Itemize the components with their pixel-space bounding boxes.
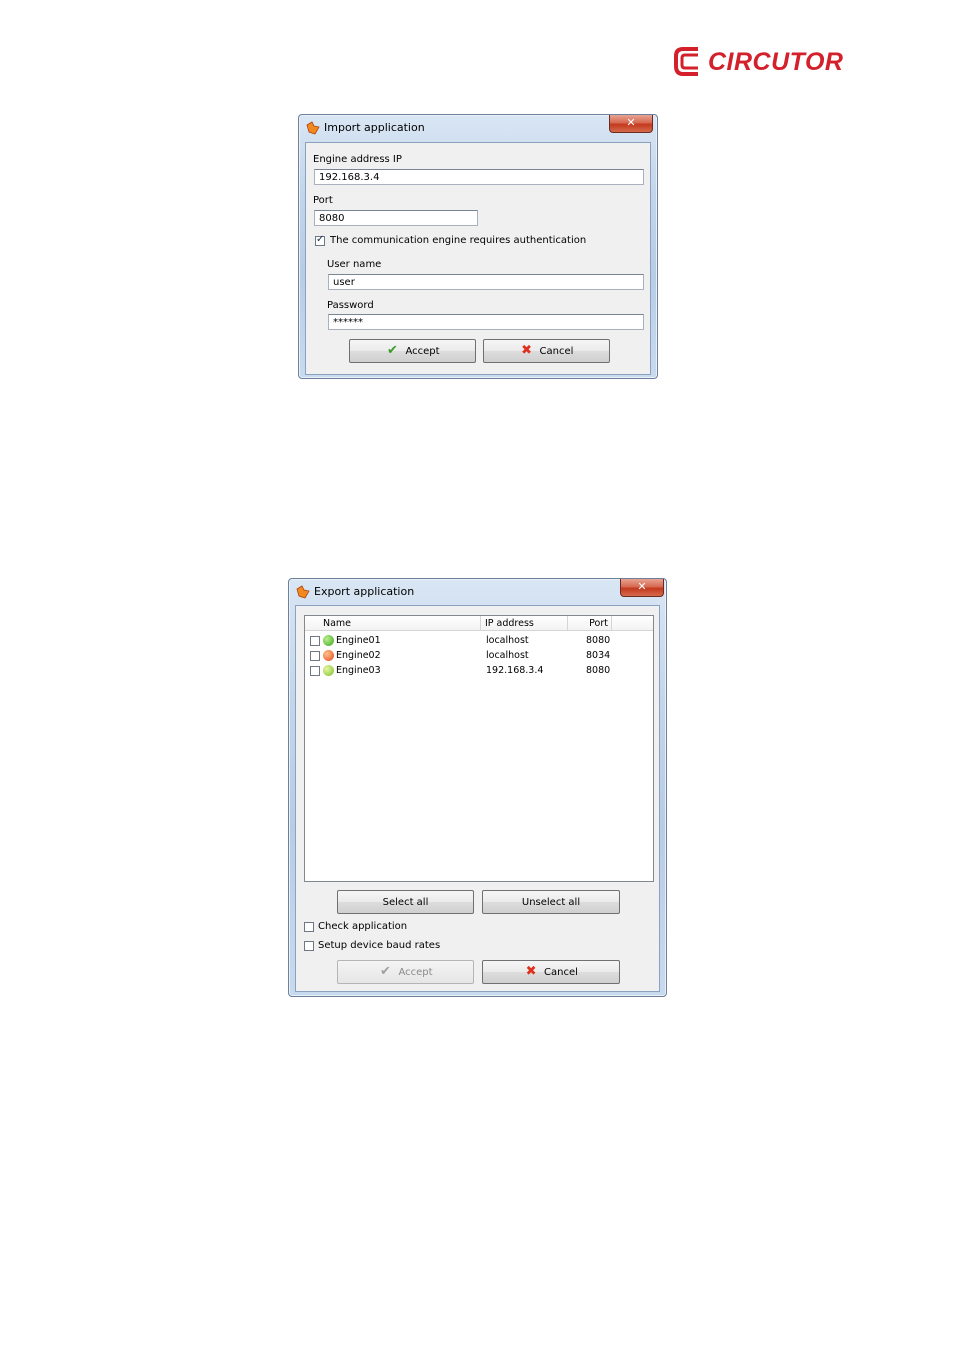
export-titlebar: Export application ✕ — [289, 579, 666, 603]
import-application-dialog: Import application ✕ Engine address IP 1… — [298, 114, 658, 379]
column-port[interactable]: Port — [568, 616, 612, 630]
column-port-label: Port — [589, 618, 608, 629]
port-label: Port — [313, 195, 333, 206]
status-running-icon — [323, 635, 334, 646]
export-accept-button[interactable]: ✔ Accept — [337, 960, 474, 984]
row-ip: 192.168.3.4 — [486, 665, 544, 676]
brand-name: CIRCUTOR — [708, 48, 844, 76]
row-port: 8080 — [586, 635, 611, 646]
status-pending-icon — [323, 665, 334, 676]
export-close-button[interactable]: ✕ — [620, 579, 664, 597]
auth-checkbox-label: The communication engine requires authen… — [330, 235, 587, 246]
row-port: 8080 — [586, 665, 611, 676]
import-dialog-title: Import application — [324, 121, 425, 134]
import-titlebar: Import application ✕ — [299, 115, 657, 139]
export-cancel-button[interactable]: ✖ Cancel — [482, 960, 620, 984]
password-label: Password — [327, 300, 374, 311]
row-ip: localhost — [486, 635, 529, 646]
check-icon: ✔ — [380, 964, 391, 979]
engine-ip-input[interactable]: 192.168.3.4 — [314, 169, 644, 185]
export-application-dialog: Export application ✕ Name IP address Por… — [288, 578, 667, 997]
import-client-area: Engine address IP 192.168.3.4 Port 8080 … — [305, 142, 651, 375]
row-checkbox[interactable] — [310, 651, 320, 661]
table-row[interactable]: Engine03 192.168.3.4 8080 — [305, 663, 653, 678]
username-input[interactable]: user — [328, 274, 644, 290]
setup-baud-label: Setup device baud rates — [318, 940, 441, 951]
row-checkbox[interactable] — [310, 636, 320, 646]
import-close-button[interactable]: ✕ — [609, 115, 653, 133]
cancel-x-icon: ✖ — [525, 964, 537, 979]
check-application-checkbox[interactable] — [304, 922, 314, 932]
circutor-logo-mark — [674, 47, 698, 76]
row-name: Engine03 — [336, 665, 381, 676]
column-ip[interactable]: IP address — [481, 616, 568, 630]
row-ip: localhost — [486, 650, 529, 661]
cancel-x-icon: ✖ — [521, 343, 532, 358]
select-all-button[interactable]: Select all — [337, 890, 474, 914]
export-accept-label: Accept — [398, 966, 433, 978]
row-port: 8034 — [586, 650, 611, 661]
password-input[interactable]: ****** — [328, 314, 644, 330]
username-label: User name — [327, 259, 382, 270]
column-name-label: Name — [323, 618, 352, 629]
export-cancel-label: Cancel — [544, 966, 578, 978]
table-row[interactable]: Engine01 localhost 8080 — [305, 633, 653, 648]
import-cancel-label: Cancel — [539, 345, 574, 357]
unselect-all-label: Unselect all — [521, 896, 581, 908]
export-client-area: Name IP address Port Engine01 localhost … — [295, 605, 660, 992]
select-all-label: Select all — [382, 896, 429, 908]
import-accept-button[interactable]: ✔ Accept — [349, 339, 476, 363]
check-icon: ✔ — [387, 343, 398, 358]
status-error-icon — [323, 650, 334, 661]
table-row[interactable]: Engine02 localhost 8034 — [305, 648, 653, 663]
row-name: Engine01 — [336, 635, 381, 646]
import-cancel-button[interactable]: ✖ Cancel — [483, 339, 610, 363]
import-accept-label: Accept — [405, 345, 440, 357]
row-name: Engine02 — [336, 650, 381, 661]
unselect-all-button[interactable]: Unselect all — [482, 890, 620, 914]
port-input[interactable]: 8080 — [314, 210, 478, 226]
app-icon — [296, 585, 310, 599]
engine-ip-label: Engine address IP — [313, 154, 402, 165]
export-dialog-title: Export application — [314, 585, 415, 598]
auth-checkbox[interactable] — [315, 234, 325, 246]
setup-baud-checkbox[interactable] — [304, 941, 314, 951]
column-ip-label: IP address — [485, 618, 534, 629]
engine-list[interactable]: Name IP address Port Engine01 localhost … — [304, 615, 654, 882]
row-checkbox[interactable] — [310, 666, 320, 676]
check-application-label: Check application — [318, 921, 408, 932]
app-icon — [306, 121, 320, 135]
circutor-logo: CIRCUTOR — [672, 44, 844, 80]
column-name[interactable]: Name — [305, 616, 481, 630]
engine-list-header: Name IP address Port — [305, 616, 653, 631]
